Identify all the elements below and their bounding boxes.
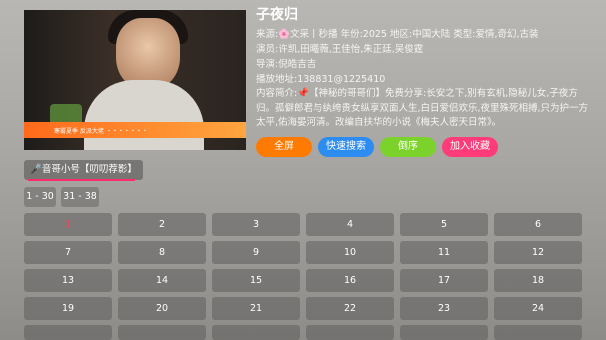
cast-value: 许凯,田曦薇,王佳怡,朱正廷,吴俊霆 bbox=[278, 44, 424, 55]
quick-search-button[interactable]: 快速搜索 bbox=[318, 137, 374, 157]
episode-button-partial[interactable] bbox=[306, 325, 394, 340]
source-tab-label: 🎤音哥小号【叨叨荐影】 bbox=[30, 164, 137, 175]
episode-button[interactable]: 15 bbox=[212, 269, 300, 292]
director-line: 导演:倪皓吉吉 bbox=[256, 57, 600, 72]
order-button[interactable]: 倒序 bbox=[380, 137, 436, 157]
episode-button-partial[interactable] bbox=[118, 325, 206, 340]
cast-line: 演员:许凯,田曦薇,王佳怡,朱正廷,吴俊霆 bbox=[256, 42, 600, 57]
episode-button-partial[interactable] bbox=[24, 325, 112, 340]
episode-button[interactable]: 2 bbox=[118, 213, 206, 236]
meta-line-1: 来源:🌸文采丨秒播 年份:2025 地区:中国大陆 类型:爱情,奇幻,古装 bbox=[256, 27, 600, 42]
episode-button[interactable]: 12 bbox=[494, 241, 582, 264]
episode-button-partial[interactable] bbox=[494, 325, 582, 340]
type-label: 类型: bbox=[453, 29, 476, 40]
url-label: 播放地址: bbox=[256, 74, 298, 85]
episode-button[interactable]: 8 bbox=[118, 241, 206, 264]
episode-button[interactable]: 3 bbox=[212, 213, 300, 236]
region-value: 中国大陆 bbox=[412, 29, 451, 40]
episode-button[interactable]: 11 bbox=[400, 241, 488, 264]
cast-label: 演员: bbox=[256, 44, 279, 55]
range-tab-2[interactable]: 31 - 38 bbox=[61, 187, 99, 207]
episode-button[interactable]: 22 bbox=[306, 297, 394, 320]
episode-button[interactable]: 7 bbox=[24, 241, 112, 264]
poster-banner-text: 寒雾夏季 反派大佬 ・・・・・・・ bbox=[54, 128, 148, 135]
source-tab[interactable]: 🎤音哥小号【叨叨荐影】 bbox=[24, 160, 143, 181]
favorite-button[interactable]: 加入收藏 bbox=[442, 137, 498, 157]
episode-button-partial[interactable] bbox=[400, 325, 488, 340]
url-value: 138831@1225410 bbox=[297, 74, 386, 85]
description-label: 内容简介: bbox=[256, 88, 298, 99]
episode-button[interactable]: 20 bbox=[118, 297, 206, 320]
episode-button[interactable]: 14 bbox=[118, 269, 206, 292]
episode-button[interactable]: 4 bbox=[306, 213, 394, 236]
episode-button[interactable]: 23 bbox=[400, 297, 488, 320]
year-value: 2025 bbox=[362, 29, 387, 40]
episode-button[interactable]: 19 bbox=[24, 297, 112, 320]
episode-button[interactable]: 17 bbox=[400, 269, 488, 292]
url-line: 播放地址:138831@1225410 bbox=[256, 72, 600, 87]
source-value: 🌸文采丨秒播 bbox=[278, 29, 338, 40]
episode-button[interactable]: 9 bbox=[212, 241, 300, 264]
episode-button[interactable]: 21 bbox=[212, 297, 300, 320]
description: 内容简介:📌【神秘的哥哥们】免费分享:长安之下,别有玄机,隐秘儿女,子夜方归。孤… bbox=[256, 87, 590, 131]
director-label: 导演: bbox=[256, 59, 279, 70]
episode-button[interactable]: 6 bbox=[494, 213, 582, 236]
detail-info: 子夜归 来源:🌸文采丨秒播 年份:2025 地区:中国大陆 类型:爱情,奇幻,古… bbox=[256, 4, 600, 131]
type-value: 爱情,奇幻,古装 bbox=[475, 29, 539, 40]
video-title: 子夜归 bbox=[256, 7, 298, 23]
fullscreen-button[interactable]: 全屏 bbox=[256, 137, 312, 157]
source-label: 来源: bbox=[256, 29, 279, 40]
director-value: 倪皓吉吉 bbox=[278, 59, 317, 70]
description-text: 📌【神秘的哥哥们】免费分享:长安之下,别有玄机,隐秘儿女,子夜方归。孤僻郎君与纨… bbox=[256, 88, 589, 128]
range-tab-1[interactable]: 1 - 30 bbox=[24, 187, 56, 207]
episode-button[interactable]: 24 bbox=[494, 297, 582, 320]
poster-image: 寒雾夏季 反派大佬 ・・・・・・・ bbox=[24, 10, 246, 150]
episode-button[interactable]: 16 bbox=[306, 269, 394, 292]
episode-button[interactable]: 18 bbox=[494, 269, 582, 292]
episode-button[interactable]: 5 bbox=[400, 213, 488, 236]
year-label: 年份: bbox=[340, 29, 363, 40]
source-tab-underline bbox=[28, 179, 135, 181]
episode-button[interactable]: 10 bbox=[306, 241, 394, 264]
episode-button[interactable]: 13 bbox=[24, 269, 112, 292]
region-label: 地区: bbox=[390, 29, 413, 40]
episode-button[interactable]: 1 bbox=[24, 213, 112, 236]
episode-button-partial[interactable] bbox=[212, 325, 300, 340]
